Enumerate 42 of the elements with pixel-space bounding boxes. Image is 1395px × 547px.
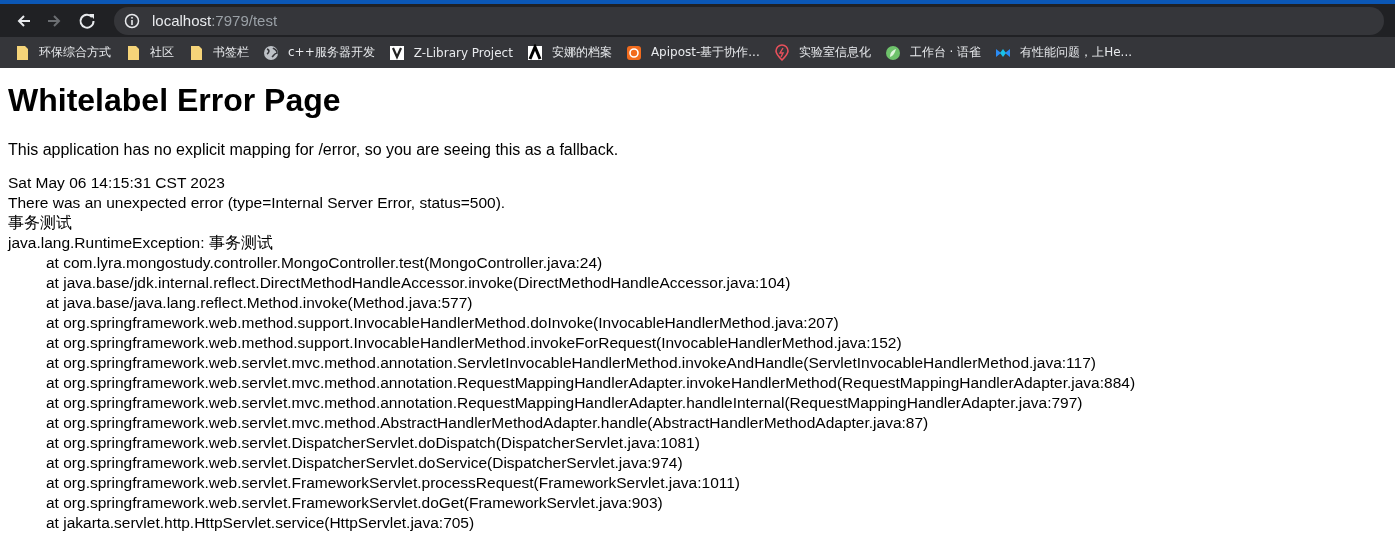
folder-icon: [14, 43, 30, 62]
stack-trace-line: at org.springframework.web.servlet.mvc.method.annotation.ServletInvocableHandlerMethod.invokeAndHandle(ServletInvocableHandlerMethod.java:117): [45, 353, 1097, 373]
bookmark-item[interactable]: 工作台 · 语雀: [878, 40, 988, 65]
info-icon: [124, 12, 140, 29]
stack-trace-line: at org.springframework.web.servlet.mvc.method.annotation.RequestMappingHandlerAdapter.invokeHandlerMethod(RequestMappingHandlerAdapter.java:884): [45, 373, 1137, 393]
stack-trace-line: at java.base/java.lang.reflect.Method.invoke(Method.java:577): [45, 293, 474, 313]
leaf-icon: [884, 43, 901, 62]
reload-icon: [78, 11, 96, 30]
stack-trace-line: at org.springframework.web.servlet.mvc.method.AbstractHandlerMethodAdapter.handle(AbstractHandlerMethodAdapter.java:87): [45, 413, 930, 433]
stack-trace-line: at org.springframework.web.servlet.FrameworkServlet.processRequest(FrameworkServlet.java:1011): [45, 473, 742, 493]
bookmark-item[interactable]: 实验室信息化: [767, 40, 877, 65]
v-logo-icon: [388, 43, 405, 62]
a-logo-icon: [526, 43, 543, 62]
stack-trace-line: at org.springframework.web.method.support.InvocableHandlerMethod.doInvoke(InvocableHandlerMethod.java:207): [45, 313, 840, 333]
bookmark-item[interactable]: c++服务器开发: [257, 40, 381, 65]
stack-trace-line: at org.springframework.web.servlet.DispatcherServlet.doDispatch(DispatcherServlet.java:1081): [45, 433, 701, 453]
bookmark-item[interactable]: 书签栏: [182, 40, 255, 65]
bookmark-item[interactable]: 环保综合方式: [8, 40, 117, 65]
error-detail-line: Sat May 06 14:15:31 CST 2023: [8, 173, 226, 193]
stack-trace-line: at org.springframework.web.servlet.mvc.method.annotation.RequestMappingHandlerAdapter.handleInternal(RequestMappingHandlerAdapter.java:797): [45, 393, 1084, 413]
error-detail-line: There was an unexpected error (type=Internal Server Error, status=500).: [8, 193, 507, 213]
globe-icon: [263, 43, 279, 62]
error-message: This application has no explicit mapping for /error, so you are seeing this as a fallback.: [8, 140, 620, 160]
folder-icon: [188, 43, 204, 62]
address-bar[interactable]: localhost:7979/test: [114, 6, 1384, 35]
stack-trace-line: at com.lyra.mongostudy.controller.MongoController.test(MongoController.java:24): [45, 253, 604, 273]
bookmark-item[interactable]: Z-Library Project: [382, 40, 519, 65]
bookmark-item[interactable]: Apipost-基于协作...: [619, 40, 766, 65]
stack-trace-line: at org.springframework.web.servlet.FrameworkServlet.doGet(FrameworkServlet.java:903): [45, 493, 664, 513]
stack-trace-line: at org.springframework.web.method.support.InvocableHandlerMethod.invokeForRequest(InvocableHandlerMethod.java:152): [45, 333, 903, 353]
bolt-icon: [773, 43, 790, 62]
error-detail-line: 事务测试: [8, 213, 73, 233]
stack-trace-line: at jakarta.servlet.http.HttpServlet.service(HttpServlet.java:705): [45, 513, 476, 533]
bookmark-item[interactable]: 社区: [119, 40, 180, 65]
bookmark-item[interactable]: 有性能问题，上He...: [989, 40, 1139, 65]
stack-trace-line: at java.base/jdk.internal.reflect.DirectMethodHandleAccessor.invoke(DirectMethodHandleAccessor.java:104): [45, 273, 792, 293]
bookmark-item[interactable]: 安娜的档案: [520, 40, 618, 65]
folder-icon: [125, 43, 141, 62]
page-title: Whitelabel Error Page: [8, 82, 342, 119]
error-detail-line: java.lang.RuntimeException: 事务测试: [8, 233, 274, 253]
stack-trace-line: at org.springframework.web.servlet.DispatcherServlet.doService(DispatcherServlet.java:974): [45, 453, 684, 473]
url-text: localhost:7979/test: [152, 12, 278, 29]
